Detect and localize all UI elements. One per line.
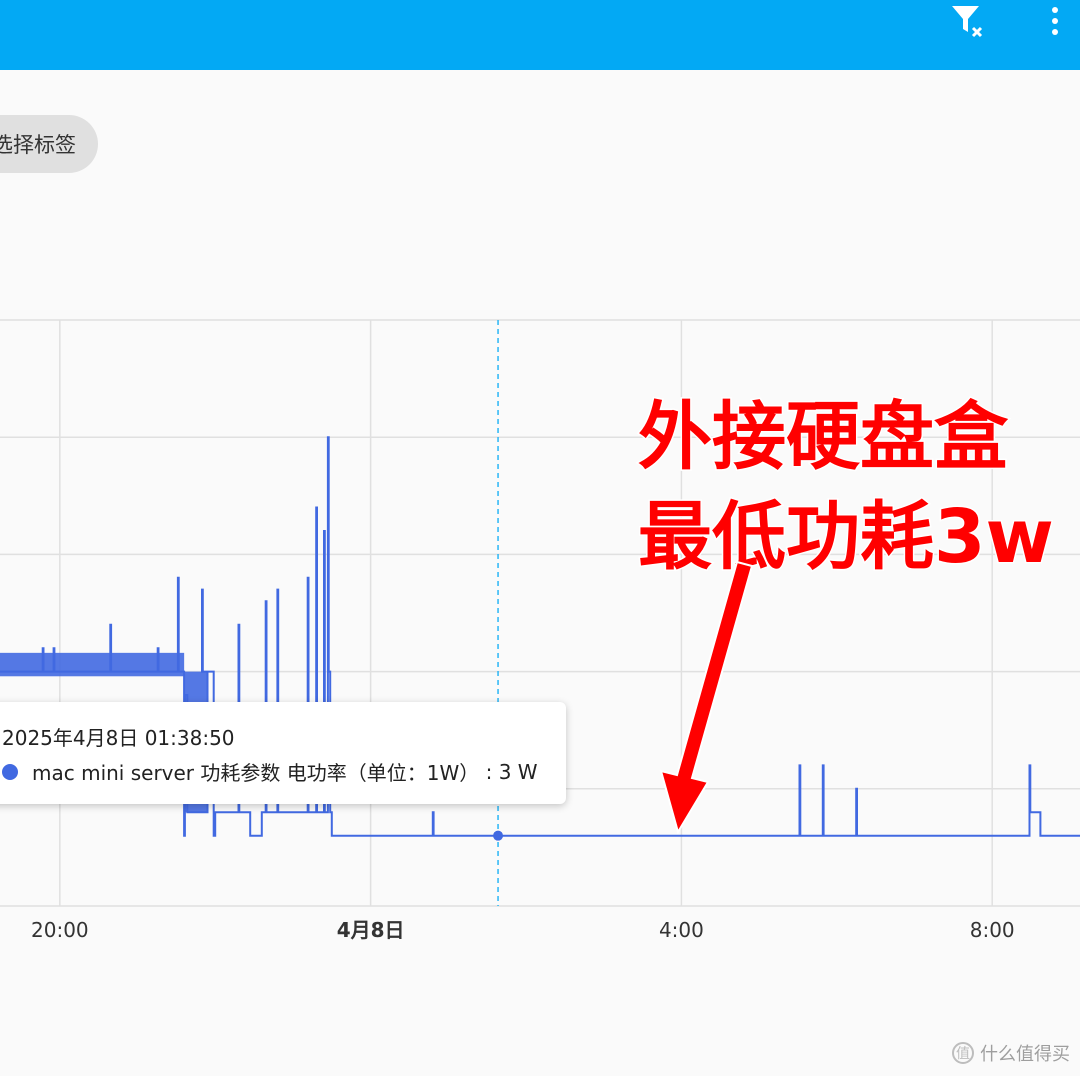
- x-tick-label: 4:00: [659, 918, 704, 942]
- x-tick-label: 4月8日: [337, 918, 405, 942]
- x-axis-ticks: 20:00 4月8日 4:00 8:00: [31, 918, 1015, 942]
- x-tick-label: 8:00: [970, 918, 1015, 942]
- annotation-line-2: 最低功耗3w: [637, 494, 1056, 580]
- tooltip-separator: :: [479, 759, 499, 784]
- hover-cursor: [493, 320, 504, 906]
- watermark: 值 什么值得买: [952, 1040, 1070, 1066]
- cursor-point: [493, 830, 504, 841]
- tooltip-series-row: mac mini server 功耗参数 电功率（单位：1W） : 3 W: [2, 757, 538, 786]
- series-dot-icon: [2, 763, 18, 780]
- x-tick-label: 20:00: [31, 918, 89, 942]
- tooltip-timestamp: 2025年4月8日 01:38:50: [2, 726, 235, 750]
- watermark-logo-icon: 值: [952, 1042, 974, 1064]
- dense-band: [0, 652, 185, 677]
- annotation-line-1: 外接硬盘盒: [637, 394, 1010, 480]
- chart-tooltip: 2025年4月8日 01:38:50 mac mini server 功耗参数 …: [0, 702, 566, 804]
- tooltip-series-label: mac mini server 功耗参数 电功率（单位：1W）: [32, 761, 480, 785]
- watermark-text: 什么值得买: [980, 1044, 1070, 1065]
- tooltip-value: 3 W: [498, 759, 538, 784]
